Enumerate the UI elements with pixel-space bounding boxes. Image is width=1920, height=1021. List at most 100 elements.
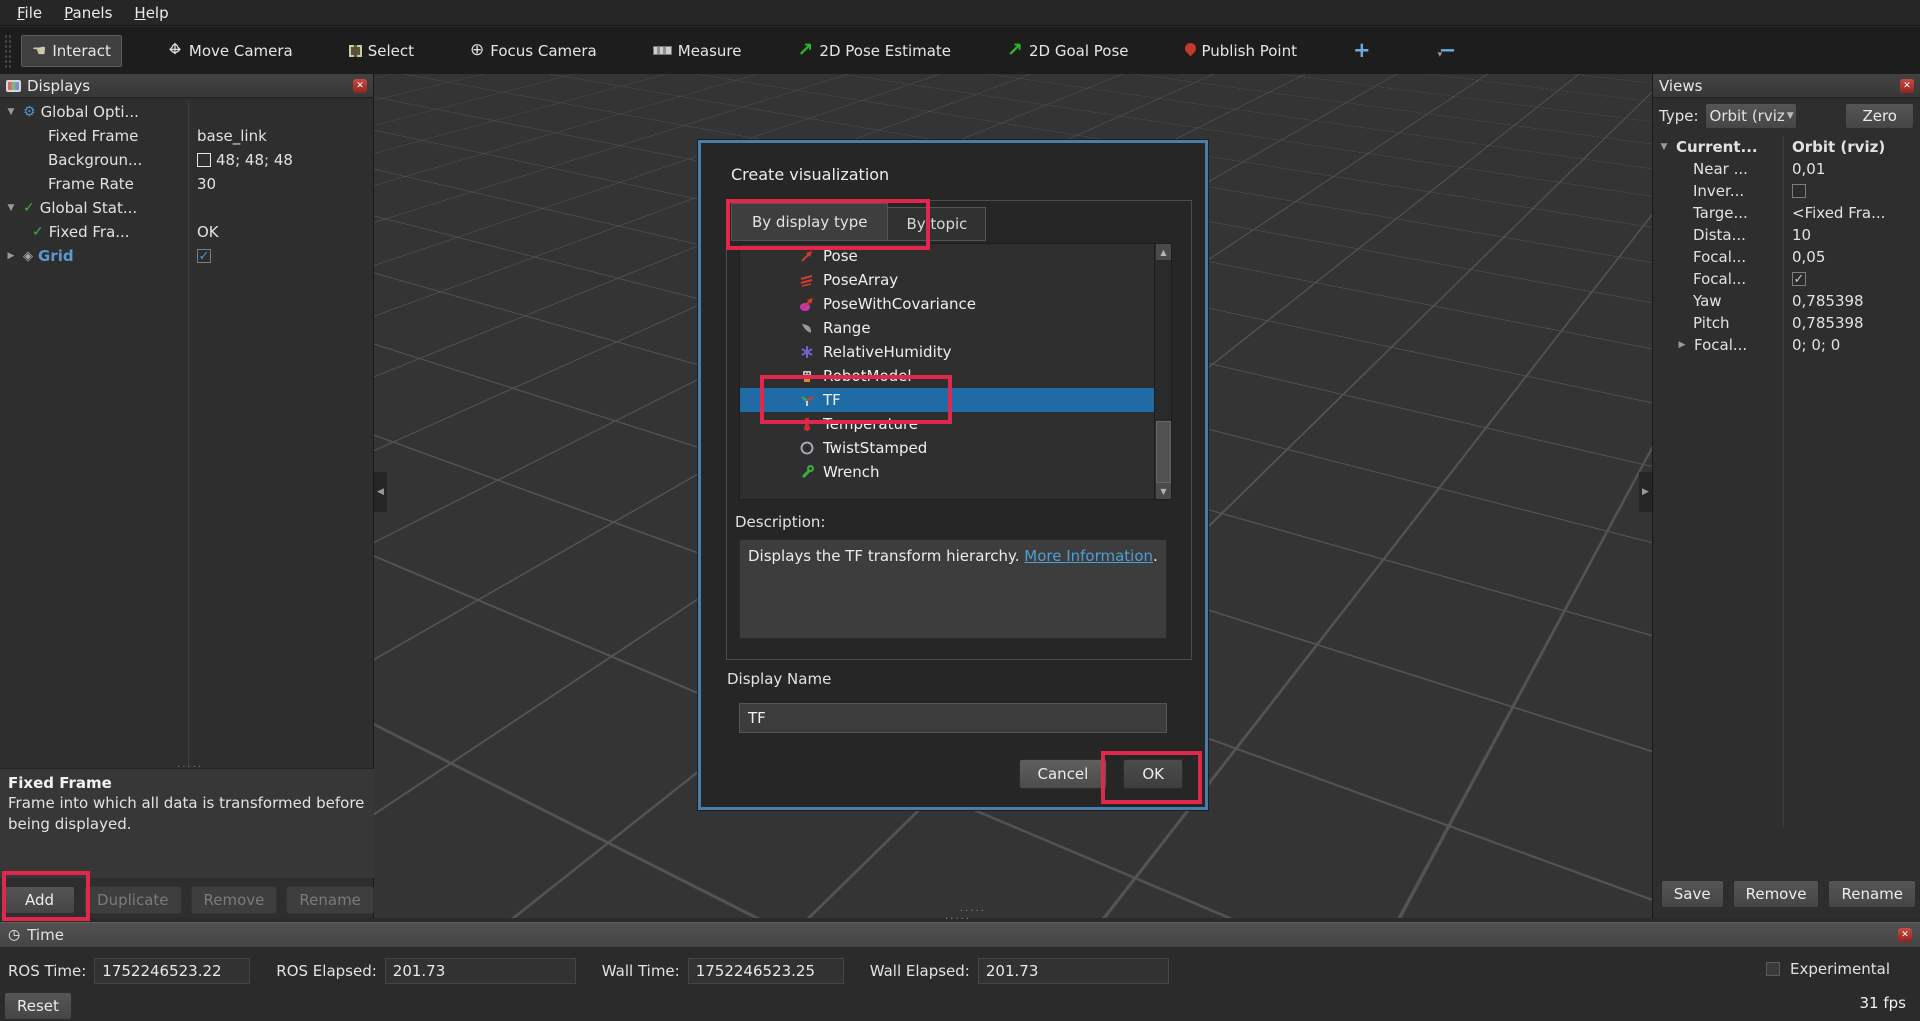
display-type-list[interactable]: Pose PoseArray PoseWithCovariance Range …: [739, 243, 1172, 500]
views-panel-title[interactable]: Views ✕: [1653, 74, 1920, 98]
views-column-divider[interactable]: [1783, 136, 1784, 828]
rename-view-button[interactable]: Rename: [1828, 880, 1916, 908]
tree-row-fixed-frame-status[interactable]: ✓ Fixed Fra... OK: [0, 220, 373, 244]
scroll-up-icon[interactable]: ▲: [1156, 244, 1171, 260]
menu-help[interactable]: Help: [123, 2, 179, 24]
tree-row-background-color[interactable]: Backgroun... 48; 48; 48: [0, 148, 373, 172]
scroll-down-icon[interactable]: ▼: [1156, 483, 1171, 499]
focal-shape-checkbox[interactable]: ✓: [1792, 272, 1806, 286]
tree-row-grid[interactable]: ▶ ◈ Grid ✓: [0, 244, 373, 268]
wall-elapsed-field[interactable]: 201.73: [978, 958, 1169, 984]
add-display-button[interactable]: Add: [4, 886, 75, 914]
toolbar-drag-handle[interactable]: [4, 34, 11, 68]
chevron-down-icon[interactable]: ▼: [4, 107, 18, 117]
close-icon[interactable]: ✕: [353, 79, 367, 93]
property-value[interactable]: 0,785398: [1783, 314, 1864, 332]
views-row-focal-shape-fixed[interactable]: Focal... ✓: [1653, 268, 1920, 290]
list-item-label: Range: [823, 319, 871, 337]
save-view-button[interactable]: Save: [1661, 880, 1724, 908]
property-value[interactable]: 0,785398: [1783, 292, 1864, 310]
focus-camera-tool-button[interactable]: ⊕ Focus Camera: [459, 35, 608, 67]
experimental-checkbox[interactable]: [1766, 962, 1780, 976]
views-row-focal-shape-size[interactable]: Focal... 0,05: [1653, 246, 1920, 268]
menu-panels[interactable]: Panels: [53, 2, 123, 24]
property-value[interactable]: 0,05: [1783, 248, 1825, 266]
list-item-posearray[interactable]: PoseArray: [740, 268, 1171, 292]
property-value[interactable]: 0; 0; 0: [1783, 336, 1840, 354]
tree-column-divider[interactable]: [188, 100, 189, 828]
grid-enabled-checkbox[interactable]: ✓: [197, 249, 211, 263]
measure-tool-button[interactable]: Measure: [642, 35, 753, 67]
rename-display-button[interactable]: Rename: [286, 886, 374, 914]
close-icon[interactable]: ✕: [1898, 928, 1912, 942]
zero-button[interactable]: Zero: [1845, 103, 1914, 129]
time-panel-title[interactable]: ◷ Time ✕: [0, 922, 1920, 948]
views-row-pitch[interactable]: Pitch 0,785398: [1653, 312, 1920, 334]
chevron-right-icon[interactable]: ▶: [1675, 340, 1689, 350]
invert-z-checkbox[interactable]: [1792, 184, 1806, 198]
add-tool-button[interactable]: +: [1342, 33, 1382, 68]
cancel-button[interactable]: Cancel: [1019, 759, 1108, 789]
view-type-dropdown[interactable]: Orbit (rviz ▼: [1705, 103, 1797, 129]
list-item-range[interactable]: Range: [740, 316, 1171, 340]
wall-time-field[interactable]: 1752246523.25: [688, 958, 844, 984]
ros-time-field[interactable]: 1752246523.22: [94, 958, 250, 984]
list-scrollbar[interactable]: ▲ ▼: [1154, 244, 1171, 499]
collapse-right-panel-handle[interactable]: ▶: [1639, 472, 1652, 512]
ok-button[interactable]: OK: [1123, 759, 1183, 789]
chevron-down-icon: ▼: [1787, 111, 1794, 121]
views-row-current-view[interactable]: ▼ Current... Orbit (rviz): [1653, 136, 1920, 158]
select-tool-button[interactable]: Select: [338, 35, 425, 67]
property-value[interactable]: base_link: [188, 127, 267, 145]
interact-tool-button[interactable]: ☚ Interact: [21, 35, 122, 67]
list-item-twiststamped[interactable]: TwistStamped: [740, 436, 1171, 460]
2d-pose-estimate-tool-button[interactable]: ↗ 2D Pose Estimate: [787, 34, 963, 67]
reset-button[interactable]: Reset: [4, 992, 72, 1020]
tree-row-fixed-frame[interactable]: Fixed Frame base_link: [0, 124, 373, 148]
2d-goal-pose-tool-button[interactable]: ↗ 2D Goal Pose: [996, 34, 1139, 67]
move-camera-tool-button[interactable]: ↔↕ Move Camera: [156, 35, 304, 67]
list-item-pose[interactable]: Pose: [740, 244, 1171, 268]
ros-elapsed-field[interactable]: 201.73: [385, 958, 576, 984]
property-value[interactable]: 0,01: [1783, 160, 1825, 178]
views-row-focal-point[interactable]: ▶ Focal... 0; 0; 0: [1653, 334, 1920, 356]
list-item-wrench[interactable]: Wrench: [740, 460, 1171, 484]
tree-row-global-status[interactable]: ▼ ✓ Global Stat...: [0, 196, 373, 220]
list-item-relativehumidity[interactable]: RelativeHumidity: [740, 340, 1171, 364]
displays-panel: Displays ✕ ▼ ⚙ Global Opti... Fixed Fram…: [0, 74, 374, 918]
property-value[interactable]: 48; 48; 48: [216, 151, 293, 169]
chevron-down-icon[interactable]: ▼: [1657, 142, 1671, 152]
tab-by-topic[interactable]: By topic: [888, 207, 986, 241]
tree-row-global-options[interactable]: ▼ ⚙ Global Opti...: [0, 100, 373, 124]
property-value[interactable]: 10: [1783, 226, 1811, 244]
list-item-tf-selected[interactable]: TF: [740, 388, 1171, 412]
displays-tree: ▼ ⚙ Global Opti... Fixed Frame base_link…: [0, 100, 373, 268]
tab-by-display-type[interactable]: By display type: [731, 203, 888, 241]
views-row-yaw[interactable]: Yaw 0,785398: [1653, 290, 1920, 312]
close-icon[interactable]: ✕: [1900, 79, 1914, 93]
property-value[interactable]: 30: [188, 175, 216, 193]
menu-file[interactable]: File: [6, 2, 53, 24]
duplicate-display-button[interactable]: Duplicate: [84, 886, 181, 914]
color-swatch[interactable]: [197, 153, 211, 167]
remove-view-button[interactable]: Remove: [1733, 880, 1820, 908]
displays-panel-title[interactable]: Displays ✕: [0, 74, 373, 98]
chevron-right-icon[interactable]: ▶: [4, 251, 18, 261]
scrollbar-thumb[interactable]: [1156, 421, 1171, 483]
property-value[interactable]: <Fixed Fra...: [1783, 204, 1885, 222]
list-item-temperature[interactable]: Temperature: [740, 412, 1171, 436]
chevron-down-icon[interactable]: ▼: [4, 203, 18, 213]
collapse-left-panel-handle[interactable]: ◀: [374, 472, 387, 512]
more-information-link[interactable]: More Information: [1024, 547, 1153, 565]
list-item-posewithcovariance[interactable]: PoseWithCovariance: [740, 292, 1171, 316]
views-row-target-frame[interactable]: Targe... <Fixed Fra...: [1653, 202, 1920, 224]
remove-tool-button[interactable]: − ▾: [1428, 33, 1468, 68]
views-row-distance[interactable]: Dista... 10: [1653, 224, 1920, 246]
list-item-robotmodel[interactable]: RobotModel: [740, 364, 1171, 388]
publish-point-tool-button[interactable]: Publish Point: [1174, 35, 1308, 67]
tree-row-frame-rate[interactable]: Frame Rate 30: [0, 172, 373, 196]
display-name-input[interactable]: TF: [739, 703, 1167, 733]
remove-display-button[interactable]: Remove: [191, 886, 278, 914]
views-row-near-clip[interactable]: Near ... 0,01: [1653, 158, 1920, 180]
views-row-invert-z[interactable]: Inver...: [1653, 180, 1920, 202]
